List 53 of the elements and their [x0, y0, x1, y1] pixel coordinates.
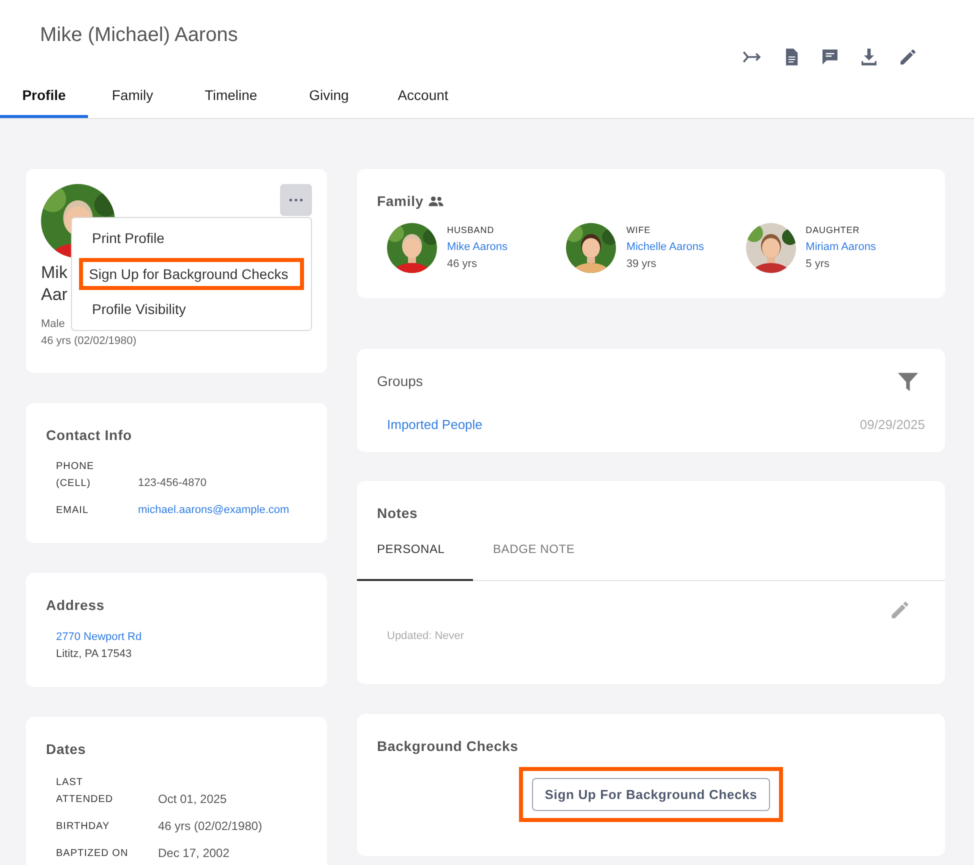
tab[interactable]: Profile [0, 81, 88, 118]
notes-tab[interactable]: BADGE NOTE [473, 536, 595, 581]
page-title: Mike (Michael) Aarons [40, 23, 238, 48]
role-label: WIFE [626, 224, 651, 237]
card-title: Groups [377, 372, 423, 391]
filter-icon[interactable] [897, 371, 919, 393]
group-date: 09/29/2025 [860, 416, 925, 434]
age-text: 46 yrs [447, 257, 477, 272]
age-text: 46 yrs (02/02/1980) [41, 334, 136, 348]
menu-item[interactable]: Sign Up for Background Checks [79, 258, 304, 290]
person-name: Mik [41, 262, 68, 284]
menu-item[interactable]: Profile Visibility [79, 294, 304, 325]
field-value: 46 yrs (02/02/1980) [158, 818, 262, 835]
field-label: EMAIL [56, 504, 90, 518]
tab[interactable]: Account [373, 81, 473, 118]
field-label: LAST ATTENDED [56, 776, 114, 807]
card-title: Notes [377, 504, 418, 523]
address-link[interactable]: 2770 Newport Rd [56, 629, 142, 646]
notes-tab[interactable]: PERSONAL [357, 536, 473, 581]
card-title: Address [46, 596, 104, 615]
member-link[interactable]: Miriam Aarons [806, 239, 876, 256]
field-value: Dec 17, 2002 [158, 845, 230, 862]
member-link[interactable]: Mike Aarons [447, 239, 508, 256]
card-title: Dates [46, 740, 86, 759]
tab[interactable]: Giving [285, 81, 373, 118]
gender-text: Male [41, 317, 65, 332]
menu-item[interactable]: Print Profile [79, 223, 304, 254]
edit-icon[interactable] [898, 47, 918, 67]
field-label: BAPTIZED ON [56, 847, 130, 861]
signup-button[interactable]: Sign Up For Background Checks [532, 778, 770, 811]
comment-icon[interactable] [820, 47, 840, 67]
person-name: Aar [41, 284, 68, 306]
tab[interactable]: Family [88, 81, 177, 118]
city-text: Lititz, PA 17543 [56, 647, 132, 662]
people-icon [428, 196, 444, 207]
updated-text: Updated: Never [387, 629, 464, 644]
field-value: Oct 01, 2025 [158, 791, 227, 808]
group-link[interactable]: Imported People [387, 415, 482, 434]
role-label: DAUGHTER [806, 224, 860, 237]
age-text: 5 yrs [806, 257, 830, 272]
field-label: PHONE (CELL) [56, 460, 96, 491]
field-label: BIRTHDAY [56, 820, 111, 834]
more-icon [289, 198, 303, 202]
field-value: 123-456-4870 [138, 476, 207, 491]
member-link[interactable]: Michelle Aarons [626, 239, 704, 256]
tab[interactable]: Timeline [177, 81, 285, 118]
card-title: Contact Info [46, 426, 132, 445]
age-text: 39 yrs [626, 257, 656, 272]
role-label: HUSBAND [447, 224, 494, 237]
email-link[interactable]: michael.aarons@example.com [138, 502, 290, 519]
card-title: Background Checks [377, 737, 518, 756]
download-icon[interactable] [859, 47, 879, 67]
card-title: Family [377, 192, 424, 211]
